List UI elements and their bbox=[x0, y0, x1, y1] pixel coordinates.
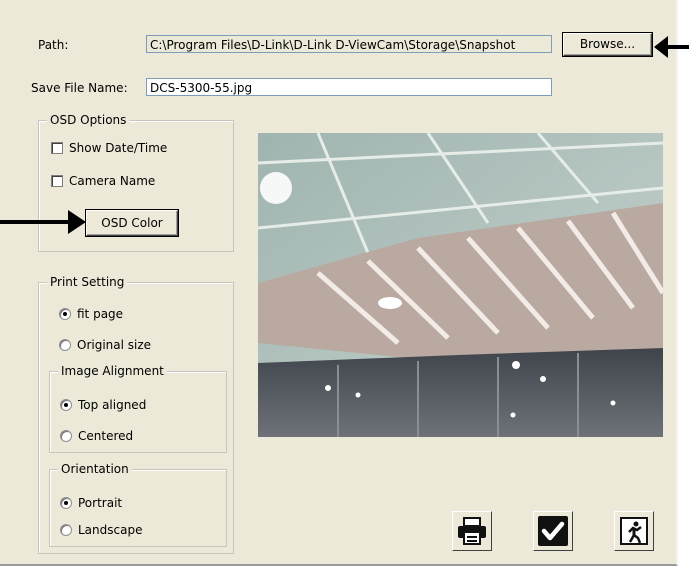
image-alignment-title: Image Alignment bbox=[58, 364, 167, 378]
checkbox-box[interactable] bbox=[51, 142, 63, 154]
checkmark-icon bbox=[538, 516, 568, 546]
exit-door-icon bbox=[620, 517, 648, 545]
top-aligned-label: Top aligned bbox=[78, 398, 147, 412]
radio-dot[interactable] bbox=[60, 399, 72, 411]
original-size-radio[interactable]: Original size bbox=[59, 338, 151, 352]
osd-color-button[interactable]: OSD Color bbox=[86, 210, 178, 236]
camera-name-label: Camera Name bbox=[69, 174, 156, 188]
print-setting-group: Print Setting fit page Original size Ima… bbox=[38, 275, 234, 554]
osd-options-title: OSD Options bbox=[47, 113, 130, 127]
ceiling-photo bbox=[258, 133, 663, 437]
exit-button[interactable] bbox=[614, 511, 654, 551]
show-date-time-checkbox[interactable]: Show Date/Time bbox=[51, 141, 167, 155]
fit-page-label: fit page bbox=[77, 307, 124, 321]
callout-arrow-osd-color bbox=[0, 210, 86, 234]
orientation-title: Orientation bbox=[58, 462, 132, 476]
print-setting-title: Print Setting bbox=[47, 275, 128, 289]
landscape-label: Landscape bbox=[78, 523, 143, 537]
snapshot-preview-image bbox=[258, 133, 663, 437]
landscape-radio[interactable]: Landscape bbox=[60, 523, 142, 537]
show-date-time-label: Show Date/Time bbox=[69, 141, 168, 155]
radio-dot[interactable] bbox=[59, 308, 71, 320]
save-file-name-label: Save File Name: bbox=[31, 81, 128, 95]
orientation-group: Orientation Portrait Landscape bbox=[49, 462, 227, 547]
radio-dot[interactable] bbox=[60, 524, 72, 536]
radio-dot[interactable] bbox=[60, 430, 72, 442]
callout-arrow-browse bbox=[654, 36, 689, 58]
centered-label: Centered bbox=[78, 429, 134, 443]
original-size-label: Original size bbox=[77, 338, 152, 352]
radio-dot[interactable] bbox=[59, 339, 71, 351]
printer-icon bbox=[458, 517, 486, 545]
ok-button[interactable] bbox=[533, 511, 573, 551]
print-button[interactable] bbox=[452, 511, 492, 551]
save-file-name-input[interactable]: DCS-5300-55.jpg bbox=[146, 78, 552, 96]
camera-name-checkbox[interactable]: Camera Name bbox=[51, 174, 155, 188]
top-aligned-radio[interactable]: Top aligned bbox=[60, 398, 146, 412]
snapshot-settings-window: Path: C:\Program Files\D-Link\D-Link D-V… bbox=[0, 0, 689, 573]
portrait-radio[interactable]: Portrait bbox=[60, 496, 122, 510]
browse-button[interactable]: Browse... bbox=[563, 33, 652, 56]
checkbox-box[interactable] bbox=[51, 175, 63, 187]
portrait-label: Portrait bbox=[78, 496, 123, 510]
centered-radio[interactable]: Centered bbox=[60, 429, 133, 443]
path-field[interactable]: C:\Program Files\D-Link\D-Link D-ViewCam… bbox=[146, 35, 552, 53]
image-alignment-group: Image Alignment Top aligned Centered bbox=[49, 364, 227, 453]
path-label: Path: bbox=[38, 38, 69, 52]
dialog-body: Path: C:\Program Files\D-Link\D-Link D-V… bbox=[0, 0, 678, 566]
fit-page-radio[interactable]: fit page bbox=[59, 307, 123, 321]
radio-dot[interactable] bbox=[60, 497, 72, 509]
